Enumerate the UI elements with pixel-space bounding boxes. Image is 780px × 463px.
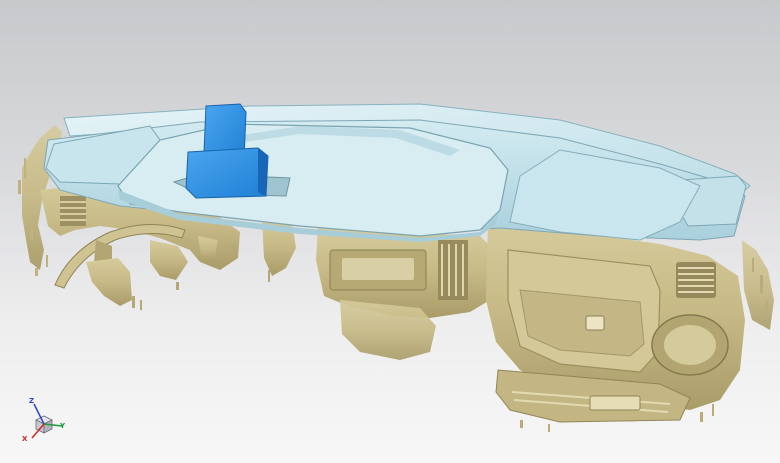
fixture-front-plate — [185, 147, 269, 199]
lower-bin — [589, 395, 641, 411]
center-vent-icon — [438, 240, 468, 300]
orientation-triad[interactable]: Z Y X — [18, 396, 74, 448]
radio-screen — [342, 258, 414, 280]
glovebox-latch-icon — [585, 315, 605, 331]
scan-right-edge — [742, 240, 774, 330]
z-axis-label: Z — [29, 397, 35, 405]
graphics-viewport[interactable]: Z Y X — [0, 0, 780, 463]
left-vent-icon — [60, 196, 86, 226]
right-vent-icon — [676, 262, 716, 298]
y-axis-label: Y — [60, 422, 66, 430]
x-axis-label: X — [22, 435, 28, 443]
dashboard-model-view[interactable] — [0, 0, 780, 463]
